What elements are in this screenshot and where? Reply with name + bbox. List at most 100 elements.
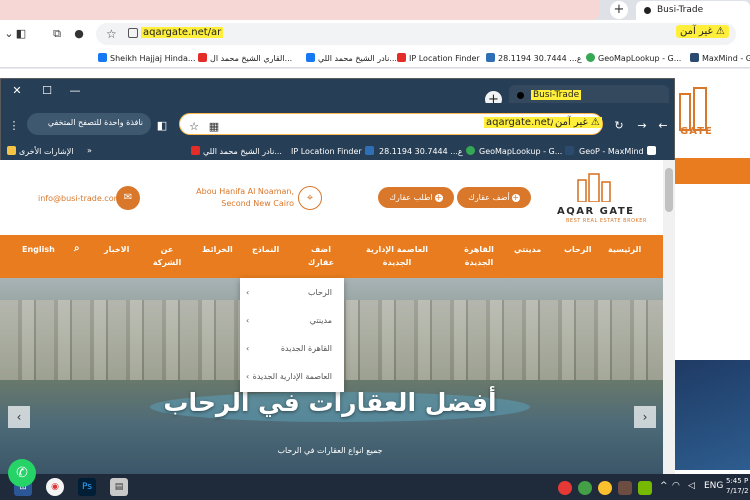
hero-subtitle: جميع انواع العقارات في الرحاب (277, 446, 383, 455)
bg-site-info-icon[interactable] (128, 28, 138, 38)
menu-dots-icon[interactable]: ⋮ (7, 119, 21, 133)
add-property-button[interactable]: أضف عقارك + (457, 187, 531, 208)
bg-profile-icon[interactable]: ● (72, 27, 86, 41)
request-property-button[interactable]: اطلب عقارك + (378, 187, 454, 208)
bg-bookmark[interactable]: القاري الشيخ محمد ال... (198, 53, 292, 63)
nvidia-icon[interactable] (638, 481, 652, 495)
dropdown-item-rehab[interactable]: الرحاب (308, 288, 332, 297)
bookmark[interactable]: GeoP - MaxMind (579, 146, 656, 156)
dropdown-item-new-capital[interactable]: العاصمة الإدارية الجديدة (253, 372, 332, 381)
chevron-left-icon: ‹ (246, 344, 250, 353)
bookmark[interactable]: IP Location Finder (291, 146, 374, 156)
nav-home[interactable]: الرئيسية (608, 243, 641, 256)
close-icon[interactable]: ✕ (9, 83, 25, 99)
slider-next-icon[interactable]: › (634, 406, 656, 428)
plus-icon: + (511, 193, 520, 202)
nav-new-capital[interactable]: العاصمة الإدارية الجديدة (366, 243, 428, 269)
language-indicator[interactable]: ENG (704, 481, 723, 491)
system-clock[interactable]: 5:45 P 7/17/2 (726, 476, 749, 496)
nav-dropdown-menu: الرحاب ‹ مدينتي ‹ القاهرة الجديدة ‹ العا… (240, 278, 344, 392)
qr-code-icon[interactable]: ▦ (207, 120, 221, 134)
nav-new-cairo[interactable]: القاهرة الجديدة (464, 243, 494, 269)
ip-icon (486, 53, 495, 62)
youtube-icon (191, 146, 200, 155)
bookmark-star-icon[interactable]: ☆ (187, 120, 201, 134)
incognito-window-pill[interactable]: نافذة واحدة للتصفح المتخفي (27, 113, 151, 135)
tray-app-icon[interactable] (558, 481, 572, 495)
back-icon[interactable]: ← (656, 119, 670, 133)
other-bookmarks[interactable]: الإشارات الأخرى (7, 146, 74, 156)
nav-add-property[interactable]: اضف عقارك (306, 243, 336, 269)
volume-icon[interactable]: ◁ (688, 481, 695, 491)
chrome-icon[interactable]: ◉ (46, 478, 64, 496)
bookmark[interactable]: ع... 30.7444 28.1194 (379, 146, 475, 156)
photoshop-icon[interactable]: Ps (78, 478, 96, 496)
maxmind-icon (690, 53, 699, 62)
nav-about[interactable]: عن الشركة (152, 243, 182, 269)
bookmark[interactable]: نادر الشيخ محمد اللي... (191, 146, 282, 156)
maximize-icon[interactable]: ☐ (39, 83, 55, 99)
bg-tab-inactive[interactable] (0, 0, 600, 20)
insecure-label: غير آمن (555, 117, 588, 128)
logo-wordmark[interactable]: AQAR GATE (557, 206, 634, 217)
dropdown-item-new-cairo[interactable]: القاهرة الجديدة (281, 344, 332, 353)
company-address: Abou Hanifa Al Noaman, Second New Cairo (196, 187, 294, 208)
bookmarks-overflow-icon[interactable]: » (87, 146, 92, 155)
facebook-icon (306, 53, 315, 62)
minimize-icon[interactable]: — (67, 83, 83, 99)
company-email[interactable]: info@busi-trade.com (38, 194, 121, 203)
bg-bookmark-star-icon[interactable]: ☆ (106, 27, 117, 41)
ip-icon (364, 146, 374, 155)
facebook-icon (98, 53, 107, 62)
bg-tab-title: Busi-Trade (657, 5, 704, 15)
nav-madinaty[interactable]: مدينتي (514, 243, 541, 256)
insecure-badge[interactable]: غير آمن ⚠ (553, 117, 602, 128)
bg-new-tab-button[interactable]: + (610, 1, 628, 19)
slider-prev-icon[interactable]: ‹ (8, 406, 30, 428)
bg-nav-strip (672, 158, 750, 184)
bg-shield-graphic (672, 360, 750, 470)
chevron-up-icon[interactable]: ^ (660, 481, 668, 491)
tray-app-icon[interactable] (618, 481, 632, 495)
warning-icon: ⚠ (590, 117, 600, 128)
bg-url-text[interactable]: aqargate.net/ar (141, 27, 224, 38)
youtube-icon (198, 53, 207, 62)
bg-bookmark[interactable]: GeoMapLookup - G... (586, 53, 681, 63)
nav-english[interactable]: English (22, 243, 55, 256)
bg-bookmark[interactable]: MaxMind - G (690, 53, 750, 63)
bg-bookmark[interactable]: نادر الشيخ محمد اللي... (306, 53, 397, 63)
plus-icon: + (434, 193, 443, 202)
clock-date: 7/17/2 (726, 487, 749, 495)
reload-icon[interactable]: ↻ (612, 119, 626, 133)
aqar-gate-logo-icon[interactable] (576, 172, 612, 202)
bg-bookmark[interactable]: Sheikh Hajjaj Hinda... (98, 53, 196, 63)
dropdown-item-madinaty[interactable]: مدينتي (310, 316, 332, 325)
wifi-icon[interactable]: ◠ (672, 481, 680, 491)
bg-insecure-label: غير آمن (680, 26, 713, 37)
scrollbar-thumb[interactable] (665, 168, 673, 212)
chevron-left-icon: ‹ (246, 316, 250, 325)
nav-rehab[interactable]: الرحاب (564, 243, 592, 256)
bg-bookmark[interactable]: ع... 30.7444 28.1194 (486, 53, 582, 63)
forward-icon[interactable]: → (635, 119, 649, 133)
sidebar-icon[interactable]: ◧ (155, 119, 169, 133)
bg-bookmark[interactable]: IP Location Finder (397, 53, 480, 63)
bg-sidebar-icon[interactable]: ◧ (14, 27, 28, 41)
tab-favicon-icon (644, 7, 651, 14)
whatsapp-icon[interactable]: ✆ (8, 459, 36, 487)
nav-maps[interactable]: الخرائط (202, 243, 233, 256)
search-icon[interactable]: ⌕ (74, 242, 80, 255)
bg-logo-word: GATE (680, 126, 713, 137)
map-pin-icon (586, 53, 595, 62)
bookmark[interactable]: GeoMapLookup - G... (479, 146, 575, 156)
bg-insecure-badge[interactable]: غير آمن ⚠ (676, 25, 729, 38)
bg-extensions-icon[interactable]: ⧉ (50, 27, 64, 41)
notepad-icon[interactable]: ▤ (110, 478, 128, 496)
chevron-left-icon: ‹ (246, 288, 250, 297)
tray-app-icon[interactable] (598, 481, 612, 495)
nav-models[interactable]: النماذج (252, 243, 279, 256)
bg-tab-active[interactable]: Busi-Trade (636, 1, 750, 20)
tray-app-icon[interactable] (578, 481, 592, 495)
folder-icon (7, 146, 16, 155)
nav-news[interactable]: الاخبار (104, 243, 129, 256)
